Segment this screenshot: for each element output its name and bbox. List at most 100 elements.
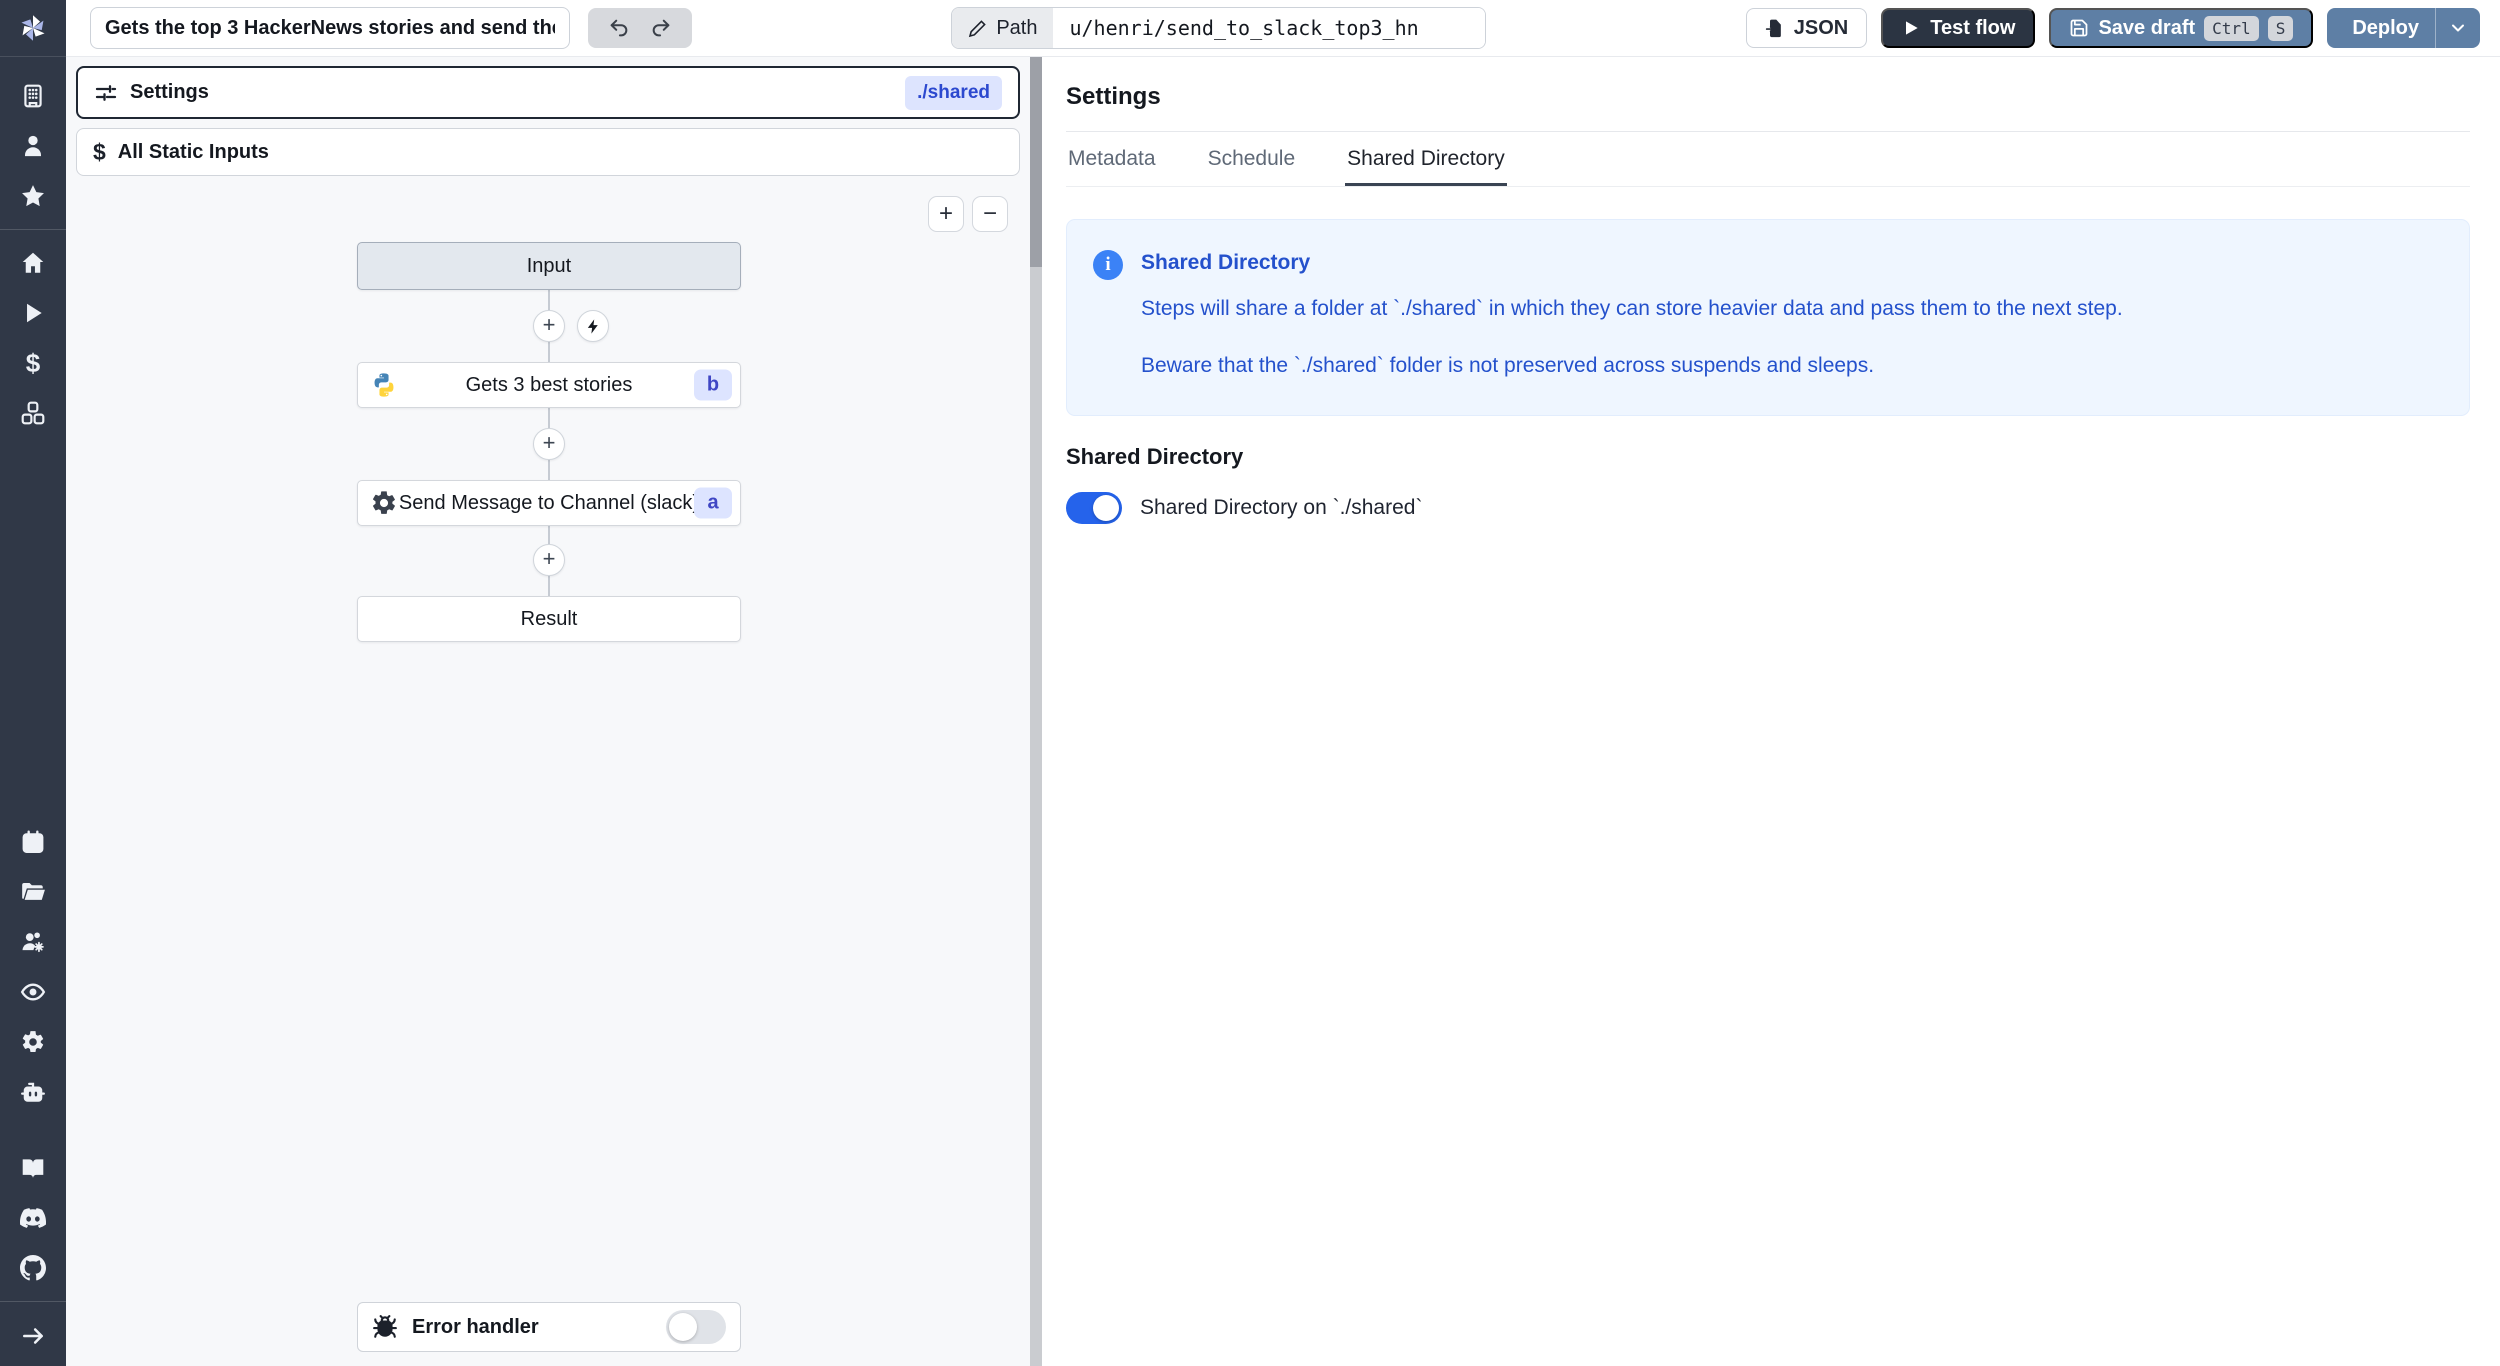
bug-icon <box>373 1315 397 1338</box>
path-label: Path <box>996 16 1038 39</box>
redo-button[interactable] <box>650 17 672 39</box>
tab-shared-directory[interactable]: Shared Directory <box>1345 132 1507 186</box>
windmill-logo[interactable] <box>0 0 66 57</box>
trigger-button[interactable] <box>577 310 609 342</box>
settings-tabs: Metadata Schedule Shared Directory <box>1066 131 2470 187</box>
shared-directory-badge: ./shared <box>905 75 1002 110</box>
insert-step-button[interactable]: + <box>533 310 565 342</box>
path-group: Path <box>951 7 1487 49</box>
path-edit-button[interactable]: Path <box>952 8 1054 48</box>
panel-resize-scrollbar[interactable] <box>1030 57 1042 1366</box>
sidebar-expand-button[interactable] <box>0 1310 66 1362</box>
topbar: Path JSON Test flow Save draft <box>66 0 2500 57</box>
home-icon <box>22 252 44 273</box>
sidebar-item-schedules[interactable] <box>0 817 66 867</box>
sidebar-separator <box>0 229 66 230</box>
gear-icon <box>22 1031 44 1053</box>
calendar-icon <box>22 830 44 853</box>
shared-directory-section-title: Shared Directory <box>1066 444 1244 470</box>
error-handler-node[interactable]: Error handler <box>357 1302 741 1352</box>
flow-canvas[interactable]: + − Input + Gets 3 best stories b + Send… <box>66 176 1030 1366</box>
tab-schedule[interactable]: Schedule <box>1206 132 1298 186</box>
sidebar-item-favorites[interactable] <box>0 171 66 221</box>
sidebar-item-home[interactable] <box>0 238 66 288</box>
flow-node-step-a[interactable]: Send Message to Channel (slack) a <box>357 480 741 526</box>
static-inputs-label: All Static Inputs <box>117 140 269 163</box>
sidebar-item-github[interactable] <box>0 1243 66 1293</box>
sidebar-workspace-group <box>0 71 66 221</box>
kbd-s: S <box>2267 15 2294 41</box>
pencil-icon <box>969 19 987 37</box>
path-input[interactable] <box>1053 8 1486 48</box>
deploy-options-button[interactable] <box>2435 8 2480 48</box>
sidebar-item-runs[interactable] <box>0 288 66 338</box>
sidebar-item-folders[interactable] <box>0 867 66 917</box>
test-flow-button[interactable]: Test flow <box>1881 8 2036 48</box>
deploy-split-button: Deploy <box>2327 8 2481 48</box>
hub-script-gear-icon <box>369 488 399 518</box>
error-handler-label: Error handler <box>412 1315 539 1338</box>
sidebar-item-user[interactable] <box>0 121 66 171</box>
sidebar-item-workspace[interactable] <box>0 71 66 121</box>
shared-directory-toggle-label: Shared Directory on `./shared` <box>1140 496 1423 520</box>
chevron-down-icon <box>2452 24 2465 32</box>
flow-graph: Input + Gets 3 best stories b + Send Mes… <box>357 242 741 642</box>
file-export-icon <box>1765 19 1781 38</box>
shared-directory-toggle[interactable] <box>1066 492 1122 525</box>
sidebar-item-discord[interactable] <box>0 1193 66 1243</box>
deploy-button[interactable]: Deploy <box>2327 8 2435 48</box>
undo-icon <box>610 19 628 37</box>
book-open-icon <box>22 1159 44 1178</box>
json-button-label: JSON <box>1793 16 1849 39</box>
sidebar-admin-group <box>0 817 66 1117</box>
sidebar-item-docs[interactable] <box>0 1143 66 1193</box>
zoom-in-button[interactable]: + <box>928 196 964 232</box>
sliders-icon <box>95 84 117 101</box>
sidebar-item-ai[interactable] <box>0 1067 66 1117</box>
play-icon <box>27 303 42 323</box>
all-static-inputs-box[interactable]: $ All Static Inputs <box>76 128 1020 176</box>
zoom-out-button[interactable]: − <box>972 196 1008 232</box>
step-b-badge: b <box>694 369 732 401</box>
settings-panel-title: Settings <box>1066 83 1161 110</box>
windmill-pinwheel-icon <box>21 15 45 41</box>
error-handler-toggle[interactable] <box>666 1310 726 1344</box>
flow-node-step-b[interactable]: Gets 3 best stories b <box>357 362 741 408</box>
sidebar-item-groups[interactable] <box>0 917 66 967</box>
save-draft-button[interactable]: Save draft Ctrl S <box>2049 8 2314 48</box>
scrollbar-thumb[interactable] <box>1030 57 1042 267</box>
lightning-bolt-icon <box>587 318 598 334</box>
info-icon: i <box>1093 250 1123 280</box>
flow-node-input[interactable]: Input <box>357 242 741 290</box>
sidebar-nav-group: $ <box>0 238 66 438</box>
undo-redo-group <box>588 8 692 48</box>
flow-editor-panel: Settings ./shared $ All Static Inputs + … <box>66 57 1030 1366</box>
sidebar-item-resources[interactable] <box>0 388 66 438</box>
flow-settings-box[interactable]: Settings ./shared <box>76 66 1020 119</box>
redo-icon <box>652 19 670 37</box>
tab-metadata[interactable]: Metadata <box>1066 132 1158 186</box>
save-icon <box>2071 19 2088 37</box>
kbd-ctrl: Ctrl <box>2204 15 2259 41</box>
dollar-icon: $ <box>25 347 41 378</box>
step-a-badge: a <box>694 487 732 519</box>
flow-title-input[interactable] <box>90 7 570 49</box>
user-icon <box>24 135 42 157</box>
folder-open-icon <box>22 883 45 900</box>
github-icon <box>20 1255 46 1281</box>
json-button[interactable]: JSON <box>1745 8 1868 48</box>
sidebar-item-audit-logs[interactable] <box>0 967 66 1017</box>
sidebar-item-variables[interactable]: $ <box>0 338 66 388</box>
sidebar-links-group <box>0 1143 66 1293</box>
sidebar-item-settings[interactable] <box>0 1017 66 1067</box>
save-draft-label: Save draft <box>2098 16 2196 39</box>
step-a-label: Send Message to Channel (slack) <box>398 491 700 514</box>
insert-step-button[interactable]: + <box>533 544 565 576</box>
info-box-title: Shared Directory <box>1141 251 1311 274</box>
insert-step-button[interactable]: + <box>533 428 565 460</box>
undo-button[interactable] <box>608 17 630 39</box>
test-flow-label: Test flow <box>1930 16 2016 39</box>
dollar-icon: $ <box>93 138 106 165</box>
flow-node-result[interactable]: Result <box>357 596 741 642</box>
star-icon <box>22 185 44 207</box>
